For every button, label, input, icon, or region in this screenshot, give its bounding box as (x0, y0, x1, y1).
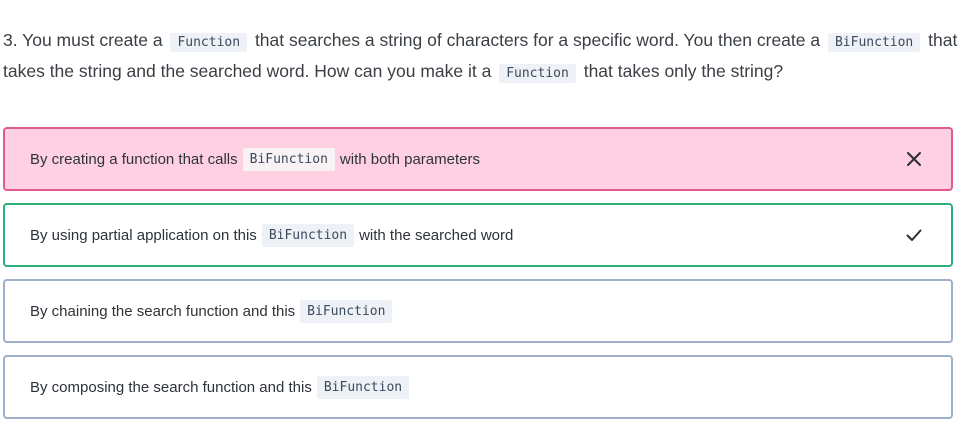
answer-text: By creating a function that calls (30, 150, 238, 168)
answer-text: By composing the search function and thi… (30, 378, 312, 396)
code-snippet: BiFunction (261, 223, 355, 247)
code-snippet: BiFunction (827, 33, 921, 52)
answer-option-label: By creating a function that calls BiFunc… (30, 147, 480, 171)
check-icon (906, 229, 922, 241)
close-icon (907, 152, 921, 166)
answer-option-label: By using partial application on this BiF… (30, 223, 514, 247)
answer-option-label: By composing the search function and thi… (30, 375, 414, 399)
question-text-part: that searches a string of characters for… (254, 30, 821, 50)
answer-option-2[interactable]: By using partial application on this BiF… (3, 203, 953, 267)
question-text-part: that takes only the string? (583, 61, 784, 81)
code-snippet: Function (170, 33, 248, 52)
question-text-part: 3. You must create a (3, 30, 163, 50)
code-snippet: BiFunction (300, 299, 393, 323)
code-snippet: BiFunction (316, 375, 410, 399)
code-snippet: Function (499, 64, 576, 83)
answer-text: By using partial application on this (30, 226, 257, 244)
answer-option-4[interactable]: By composing the search function and thi… (3, 355, 953, 419)
answer-option-1[interactable]: By creating a function that calls BiFunc… (3, 127, 953, 191)
code-snippet: BiFunction (242, 147, 335, 171)
answer-option-3[interactable]: By chaining the search function and this… (3, 279, 953, 343)
answer-text: with both parameters (339, 150, 480, 168)
answer-text: By chaining the search function and this (30, 302, 296, 320)
answer-text: with the searched word (359, 226, 514, 244)
question-text: 3. You must create a Function that searc… (3, 26, 958, 88)
answer-option-label: By chaining the search function and this… (30, 299, 397, 323)
